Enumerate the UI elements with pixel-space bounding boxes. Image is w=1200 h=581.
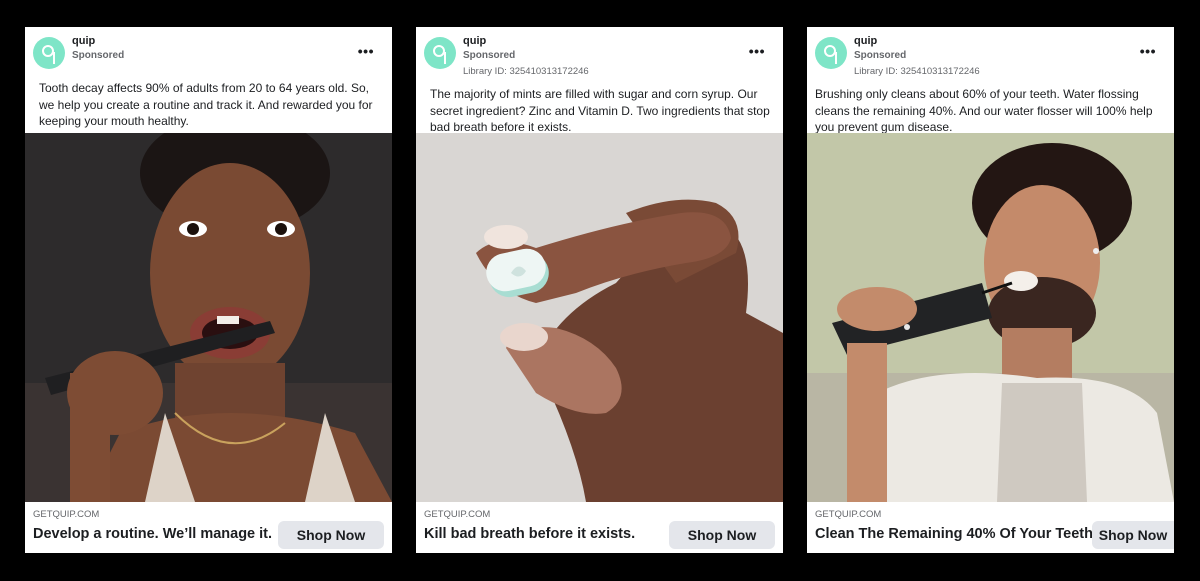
ad-card-3: quip Sponsored Library ID: 3254103131722… <box>807 27 1174 553</box>
quip-logo-icon[interactable] <box>815 37 847 69</box>
more-options-icon[interactable]: ••• <box>749 43 765 59</box>
ad-domain[interactable]: GETQUIP.COM <box>815 509 881 520</box>
ad-caption: The majority of mints are filled with su… <box>430 87 770 134</box>
library-id: Library ID: 325410313172246 <box>854 66 980 77</box>
ad-headline[interactable]: Clean The Remaining 40% Of Your Teeth <box>815 526 1093 542</box>
sponsored-label: Sponsored <box>72 50 125 61</box>
ad-header: quip Sponsored Library ID: 3254103131722… <box>807 27 1174 77</box>
brand-name[interactable]: quip <box>854 35 877 47</box>
quip-logo-icon[interactable] <box>33 37 65 69</box>
ad-headline[interactable]: Develop a routine. We’ll manage it. <box>33 526 272 542</box>
ad-headline[interactable]: Kill bad breath before it exists. <box>424 526 635 542</box>
ad-header: quip Sponsored Library ID: 3254103131722… <box>416 27 783 77</box>
brand-name[interactable]: quip <box>463 35 486 47</box>
brand-name[interactable]: quip <box>72 35 95 47</box>
sponsored-label: Sponsored <box>463 50 516 61</box>
ad-image-woman-brushing[interactable] <box>25 133 392 502</box>
ad-domain[interactable]: GETQUIP.COM <box>33 509 99 520</box>
ad-caption: Brushing only cleans about 60% of your t… <box>815 87 1153 134</box>
quip-logo-icon[interactable] <box>424 37 456 69</box>
shop-now-button[interactable]: Shop Now <box>669 521 775 549</box>
more-options-icon[interactable]: ••• <box>1140 43 1156 59</box>
shop-now-button[interactable]: Shop Now <box>1092 521 1174 549</box>
ad-card-2: quip Sponsored Library ID: 3254103131722… <box>416 27 783 553</box>
ad-image-man-water-flosser[interactable] <box>807 133 1174 502</box>
sponsored-label: Sponsored <box>854 50 907 61</box>
more-options-icon[interactable]: ••• <box>358 43 374 59</box>
shop-now-button[interactable]: Shop Now <box>278 521 384 549</box>
ad-card-1: quip Sponsored ••• Tooth decay affects 9… <box>25 27 392 553</box>
ad-header: quip Sponsored ••• <box>25 27 392 75</box>
ad-caption: Tooth decay affects 90% of adults from 2… <box>39 81 373 128</box>
library-id: Library ID: 325410313172246 <box>463 66 589 77</box>
ad-image-mint-in-fingers[interactable] <box>416 133 783 502</box>
ad-domain[interactable]: GETQUIP.COM <box>424 509 490 520</box>
